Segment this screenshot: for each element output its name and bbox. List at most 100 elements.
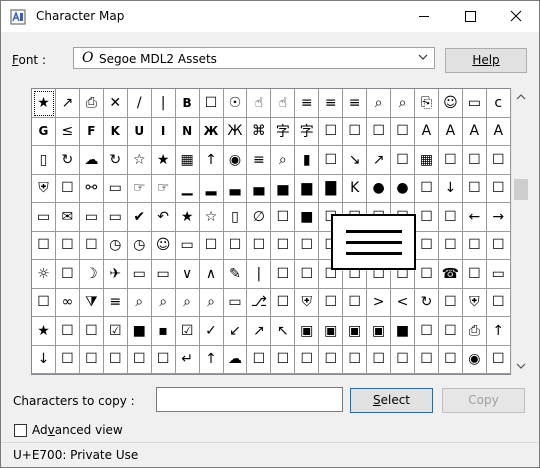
character-cell[interactable]: U [127, 117, 152, 146]
character-cell[interactable]: ☑ [175, 317, 200, 346]
character-cell[interactable]: ✎ [223, 260, 248, 289]
character-cell[interactable]: ↑ [486, 317, 511, 346]
copy-button[interactable]: Copy [442, 388, 525, 413]
character-cell[interactable]: ☎ [438, 260, 463, 289]
character-cell[interactable]: ☐ [271, 345, 296, 374]
character-cell[interactable]: ☼ [32, 260, 56, 289]
character-cell[interactable]: ▭ [32, 203, 56, 232]
character-cell[interactable]: < [391, 288, 415, 317]
character-cell[interactable]: ☝ [271, 89, 296, 118]
character-cell[interactable]: ☐ [438, 288, 463, 317]
character-cell[interactable]: ☆ [199, 203, 224, 232]
character-cell[interactable]: ✕ [103, 89, 128, 118]
character-cell[interactable]: ☽ [79, 260, 104, 289]
advanced-view-checkbox[interactable] [14, 424, 27, 437]
character-cell[interactable]: ≡ [103, 288, 128, 317]
scroll-down-icon[interactable] [516, 363, 526, 369]
character-cell[interactable]: ▭ [486, 260, 511, 289]
character-cell[interactable]: ▭ [175, 231, 200, 260]
character-cell[interactable]: ≤ [55, 117, 80, 146]
character-cell[interactable]: K [343, 174, 368, 203]
character-cell[interactable]: ☐ [415, 174, 439, 203]
character-cell[interactable]: ☐ [319, 146, 344, 175]
character-cell[interactable]: ↓ [32, 345, 56, 374]
character-cell[interactable]: ■ [391, 317, 415, 346]
scroll-thumb[interactable] [514, 179, 528, 200]
character-cell[interactable]: ≡ [295, 89, 320, 118]
character-cell[interactable]: I [151, 117, 176, 146]
character-cell[interactable]: ≡ [247, 146, 272, 175]
character-cell[interactable]: ☐ [438, 345, 463, 374]
character-cell[interactable]: ▯ [32, 146, 56, 175]
minimize-icon[interactable] [401, 1, 447, 32]
character-cell[interactable]: ☐ [103, 345, 128, 374]
character-cell[interactable]: F [79, 117, 104, 146]
character-cell[interactable]: ☐ [199, 89, 224, 118]
character-cell[interactable]: ☐ [415, 317, 439, 346]
character-cell[interactable]: ∅ [247, 203, 272, 232]
character-cell[interactable]: ▇ [319, 174, 344, 203]
character-cell[interactable]: ↶ [151, 203, 176, 232]
character-cell[interactable]: ✓ [199, 317, 224, 346]
character-cell[interactable]: ▦ [415, 146, 439, 175]
font-dropdown[interactable]: O Segoe MDL2 Assets [73, 47, 435, 69]
character-cell[interactable]: ☐ [367, 345, 392, 374]
character-cell[interactable]: Ж [223, 117, 248, 146]
character-cell[interactable]: ▣ [343, 317, 368, 346]
character-cell[interactable]: A [438, 117, 463, 146]
character-cell[interactable]: ☁ [79, 146, 104, 175]
character-cell[interactable]: ☐ [32, 288, 56, 317]
character-cell[interactable]: ☐ [55, 317, 80, 346]
character-cell[interactable]: ☁ [223, 345, 248, 374]
advanced-view-label[interactable]: Advanced view [32, 423, 123, 437]
character-cell[interactable]: ▁ [175, 174, 200, 203]
character-cell[interactable]: ☝ [247, 89, 272, 118]
character-cell[interactable]: ▅ [271, 174, 296, 203]
character-cell[interactable]: ★ [32, 317, 56, 346]
character-cell[interactable]: A [486, 117, 511, 146]
character-cell[interactable]: ☞ [151, 174, 176, 203]
character-cell[interactable]: ▭ [127, 260, 152, 289]
character-cell[interactable]: A [462, 117, 487, 146]
character-cell[interactable]: ☐ [343, 288, 368, 317]
character-cell[interactable]: ☐ [295, 345, 320, 374]
character-cell[interactable]: ☐ [462, 260, 487, 289]
character-cell[interactable]: ▭ [151, 260, 176, 289]
character-cell[interactable]: c [486, 89, 511, 118]
character-cell[interactable]: ☐ [32, 231, 56, 260]
character-cell[interactable]: ⛨ [462, 288, 487, 317]
character-cell[interactable]: ▮ [295, 146, 320, 175]
select-button[interactable]: Select [350, 388, 433, 413]
character-cell[interactable]: ☐ [79, 345, 104, 374]
character-cell[interactable]: ✈ [103, 260, 128, 289]
character-cell[interactable]: ☐ [486, 146, 511, 175]
character-cell[interactable]: > [367, 288, 392, 317]
character-cell[interactable]: K [103, 117, 128, 146]
character-cell[interactable]: ● [391, 174, 415, 203]
character-cell[interactable]: | [151, 89, 176, 118]
character-cell[interactable]: ⌕ [367, 89, 392, 118]
character-cell[interactable]: ▯ [223, 203, 248, 232]
character-cell[interactable]: ☐ [247, 345, 272, 374]
character-cell[interactable]: ☐ [438, 317, 463, 346]
scroll-up-icon[interactable] [516, 94, 526, 100]
character-cell[interactable]: ☐ [391, 345, 415, 374]
character-cell[interactable]: ☐ [79, 231, 104, 260]
character-cell[interactable]: ▆ [295, 174, 320, 203]
character-cell[interactable]: ⧩ [79, 288, 104, 317]
character-cell[interactable]: ☐ [55, 174, 80, 203]
character-cell[interactable]: ↗ [367, 146, 392, 175]
character-cell[interactable]: ● [367, 174, 392, 203]
character-cell[interactable]: ▃ [223, 174, 248, 203]
character-cell[interactable]: ☐ [271, 260, 296, 289]
character-cell[interactable]: → [486, 203, 511, 232]
character-cell[interactable]: ☐ [343, 117, 368, 146]
character-cell[interactable]: ☐ [55, 345, 80, 374]
character-cell[interactable]: ☐ [391, 146, 415, 175]
character-cell[interactable]: ☐ [486, 345, 511, 374]
character-cell[interactable]: ☐ [462, 231, 487, 260]
character-cell[interactable]: ⌕ [175, 288, 200, 317]
character-cell[interactable]: ◉ [462, 345, 487, 374]
grid-scrollbar[interactable] [511, 88, 530, 375]
character-cell[interactable]: ↵ [175, 345, 200, 374]
